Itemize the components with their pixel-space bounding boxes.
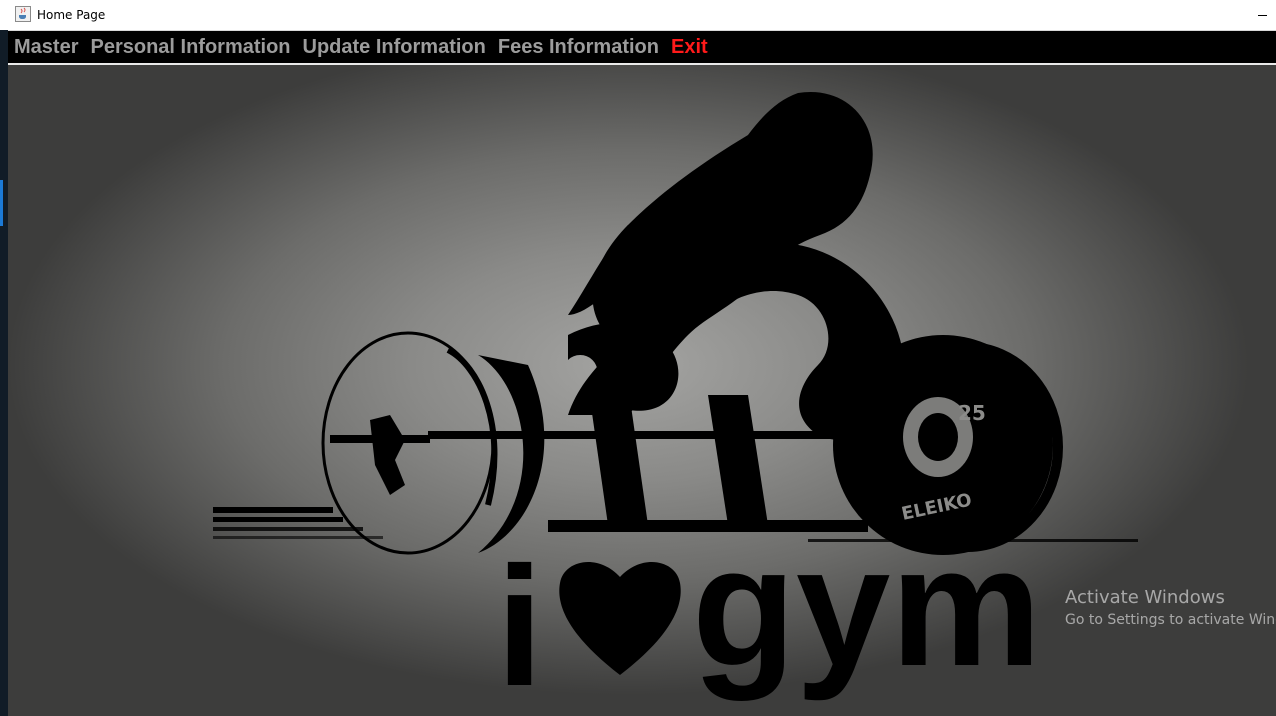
java-cup-icon bbox=[15, 6, 31, 22]
plate-number-label: 25 bbox=[958, 401, 986, 425]
title-bar: Home Page bbox=[0, 0, 1276, 31]
i-love-gym-logo: i gym bbox=[496, 512, 1042, 716]
menu-exit[interactable]: Exit bbox=[665, 36, 714, 59]
left-weight-plate bbox=[321, 331, 545, 555]
minimize-button[interactable] bbox=[1248, 0, 1276, 30]
background-window-edge bbox=[0, 30, 8, 716]
taskbar-accent bbox=[0, 180, 3, 226]
menu-update-information[interactable]: Update Information bbox=[297, 36, 492, 59]
app-window: Home Page Master Personal Information Up… bbox=[0, 0, 1276, 716]
heart-icon bbox=[559, 562, 681, 675]
logo-letter-i: i bbox=[496, 532, 543, 716]
menu-master[interactable]: Master bbox=[8, 36, 84, 59]
menu-personal-information[interactable]: Personal Information bbox=[84, 36, 296, 59]
minimize-icon bbox=[1257, 14, 1267, 16]
logo-word-gym: gym bbox=[692, 512, 1042, 702]
menu-bar: Master Personal Information Update Infor… bbox=[8, 31, 1276, 65]
watermark-title: Activate Windows bbox=[1065, 587, 1225, 608]
window-title: Home Page bbox=[37, 8, 106, 22]
menu-fees-information[interactable]: Fees Information bbox=[492, 36, 665, 59]
watermark-subtitle: Go to Settings to activate Windows. bbox=[1065, 612, 1276, 628]
activate-windows-watermark: Activate Windows Go to Settings to activ… bbox=[1065, 587, 1276, 628]
